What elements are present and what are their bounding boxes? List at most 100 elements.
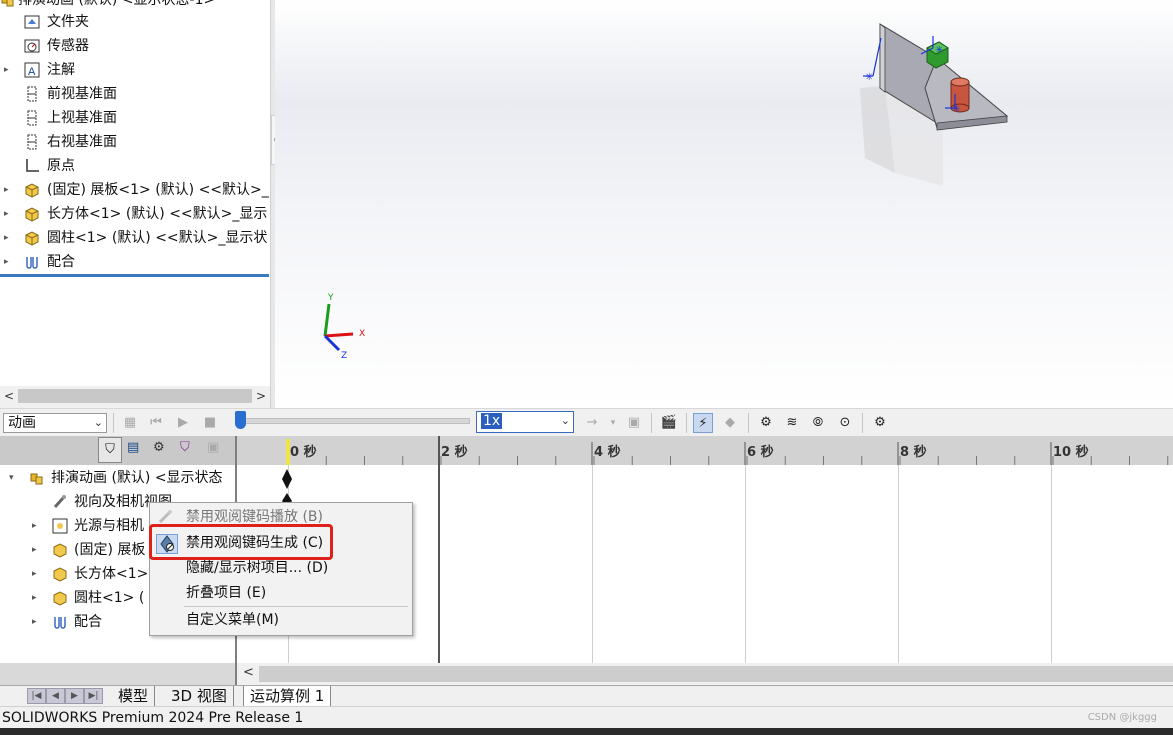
scroll-left-icon[interactable]: < xyxy=(243,665,254,680)
status-bar: SOLIDWORKS Premium 2024 Pre Release 1 xyxy=(0,706,1173,729)
svg-text:✳: ✳ xyxy=(865,72,873,83)
add-key-icon[interactable]: ◆ xyxy=(720,413,740,433)
save-animation-icon[interactable]: ▣ xyxy=(624,413,644,433)
timeline-gridline xyxy=(898,465,899,663)
tree-item-label: 排演动画 (默认) <显示状态 xyxy=(51,470,223,486)
timeline-tick-label: 4 秒 xyxy=(594,445,621,460)
motion-tree-filter-bar: ⛉ ▤ ⚙ ⛉ ▣ xyxy=(0,436,235,465)
filter-icon[interactable]: ⛉ xyxy=(98,437,122,463)
calculate-icon[interactable]: ▦ xyxy=(120,413,140,433)
graphics-viewport[interactable]: ✳ ✳ ✳ Y X Z xyxy=(275,0,1173,408)
menu-item-collapse-items[interactable]: 折叠项目 (E) xyxy=(150,581,412,605)
autokey-icon[interactable]: ⚡ xyxy=(693,413,713,433)
tree-item-label: (固定) 展板<1> (默认) <<默认>_ xyxy=(47,182,269,198)
contact-icon[interactable]: ⦾ xyxy=(808,413,828,433)
play-icon[interactable]: ▶ xyxy=(173,413,193,433)
timeline-scrollbar[interactable]: < xyxy=(237,663,1173,685)
animation-wizard-icon[interactable]: 🎬 xyxy=(659,413,679,433)
playback-mode-icon[interactable]: → xyxy=(582,413,602,433)
timeline-gridline xyxy=(1051,465,1052,663)
timeline-tick-label: 6 秒 xyxy=(747,445,774,460)
tab-model[interactable]: 模型 xyxy=(112,686,156,707)
assembly-model[interactable]: ✳ ✳ ✳ xyxy=(855,18,1035,193)
filter-animated-icon[interactable]: ▤ xyxy=(127,440,139,455)
expand-arrow-icon[interactable]: ▸ xyxy=(4,58,14,82)
play-from-start-icon[interactable]: ⏮ xyxy=(146,413,166,433)
prev-tab-icon[interactable]: ◀ xyxy=(46,688,65,704)
expand-arrow-icon[interactable]: ▸ xyxy=(32,562,42,586)
motion-manager-toolbar: 动画 ⌄ ▦ ⏮ ▶ ■ 1x ⌄ → ▾ ▣ 🎬 ⚡ ◆ ⚙ ≋ ⦾ ⊙ ⚙ xyxy=(0,408,1173,437)
expand-arrow-icon[interactable]: ▸ xyxy=(32,538,42,562)
expand-arrow-icon[interactable]: ▸ xyxy=(32,610,42,634)
filter-driving-icon[interactable]: ⚙ xyxy=(153,440,165,455)
context-menu: 禁用观阅键码播放 (B) 禁用观阅键码生成 (C) 隐藏/显示树项目... (D… xyxy=(149,502,413,636)
assembly-icon xyxy=(1,0,14,7)
gear-icon[interactable]: ⚙ xyxy=(870,413,890,433)
first-tab-icon[interactable]: |◀ xyxy=(27,688,46,704)
time-bar[interactable] xyxy=(438,436,440,663)
menu-item-customize-menu[interactable]: 自定义菜单(M) xyxy=(150,608,412,632)
stop-icon[interactable]: ■ xyxy=(200,413,220,433)
tree-item-label: (固定) 展板 xyxy=(74,542,146,558)
lights-icon xyxy=(52,518,68,534)
key-point-diamond[interactable] xyxy=(279,467,299,507)
annotation-highlight-box xyxy=(149,524,333,560)
tree-horizontal-scrollbar[interactable]: < > xyxy=(0,386,270,406)
tree-item-label: 长方体<1> xyxy=(74,566,149,582)
svg-text:✳: ✳ xyxy=(935,45,943,56)
motor-icon[interactable]: ⚙ xyxy=(756,413,776,433)
expand-arrow-icon[interactable]: ▸ xyxy=(4,226,14,250)
scroll-thumb[interactable] xyxy=(259,666,1173,682)
playback-speed-value: 1x xyxy=(481,413,503,429)
folder-icon xyxy=(24,15,40,29)
part-icon xyxy=(25,183,39,198)
assembly-icon xyxy=(30,473,43,485)
tree-item-label: 文件夹 xyxy=(47,14,89,30)
timeline-gridline xyxy=(745,465,746,663)
collapse-arrow-icon[interactable]: ▾ xyxy=(9,466,19,490)
status-text: SOLIDWORKS Premium 2024 Pre Release 1 xyxy=(2,710,304,726)
feature-manager-tree: 排演动画 (默认) <显示状态-1> 文件夹 传感器 ▸ A 注解 前视基准面 … xyxy=(0,0,270,386)
timeline-ruler[interactable]: 0 秒 2 秒 4 秒 6 秒 8 秒 10 秒 xyxy=(237,436,1173,465)
tab-3d-view[interactable]: 3D 视图 xyxy=(165,686,234,707)
tree-item-label: 光源与相机 xyxy=(74,518,144,534)
scroll-left-icon[interactable]: < xyxy=(4,386,14,406)
playback-slider-knob[interactable] xyxy=(235,411,246,429)
toolbar-separator xyxy=(651,413,652,433)
motion-tree-scrollbar[interactable] xyxy=(0,663,235,685)
expand-arrow-icon[interactable]: ▸ xyxy=(4,202,14,226)
last-tab-icon[interactable]: ▶| xyxy=(84,688,103,704)
chevron-down-icon[interactable]: ▾ xyxy=(603,413,623,433)
mates-icon xyxy=(54,617,66,629)
scroll-thumb[interactable] xyxy=(18,389,252,403)
expand-arrow-icon[interactable]: ▸ xyxy=(32,514,42,538)
part-icon xyxy=(53,591,67,606)
triad-y-label: Y xyxy=(327,293,334,303)
tab-motion-study[interactable]: 运动算例 1 xyxy=(243,686,332,707)
gravity-icon[interactable]: ⊙ xyxy=(835,413,855,433)
annotation-icon: A xyxy=(24,62,40,78)
camera-view-icon xyxy=(53,495,66,509)
part-icon xyxy=(53,567,67,582)
study-type-select[interactable]: 动画 ⌄ xyxy=(3,413,107,433)
triad-x-label: X xyxy=(359,329,365,339)
scroll-right-icon[interactable]: > xyxy=(256,386,266,406)
expand-arrow-icon[interactable]: ▸ xyxy=(32,586,42,610)
spring-icon[interactable]: ≋ xyxy=(782,413,802,433)
playback-speed-select[interactable]: 1x ⌄ xyxy=(476,411,574,433)
expand-arrow-icon[interactable]: ▸ xyxy=(4,178,14,202)
rollback-bar[interactable] xyxy=(0,274,269,277)
watermark: CSDN @jkggg xyxy=(1087,712,1157,723)
filter-selected-icon[interactable]: ⛉ xyxy=(180,440,190,455)
menu-item-label: 折叠项目 (E) xyxy=(186,585,267,601)
toolbar-separator xyxy=(862,413,863,433)
toolbar-separator xyxy=(113,413,114,433)
tree-item-label: 右视基准面 xyxy=(47,134,117,150)
chevron-down-icon: ⌄ xyxy=(560,414,570,427)
tree-item-label: 圆柱<1> (默认) <<默认>_显示状 xyxy=(47,230,268,246)
expand-arrow-icon[interactable]: ▸ xyxy=(4,250,14,274)
filter-results-icon[interactable]: ▣ xyxy=(207,440,219,455)
playback-slider-track[interactable] xyxy=(236,418,470,424)
next-tab-icon[interactable]: ▶ xyxy=(65,688,84,704)
part-icon xyxy=(53,543,67,558)
